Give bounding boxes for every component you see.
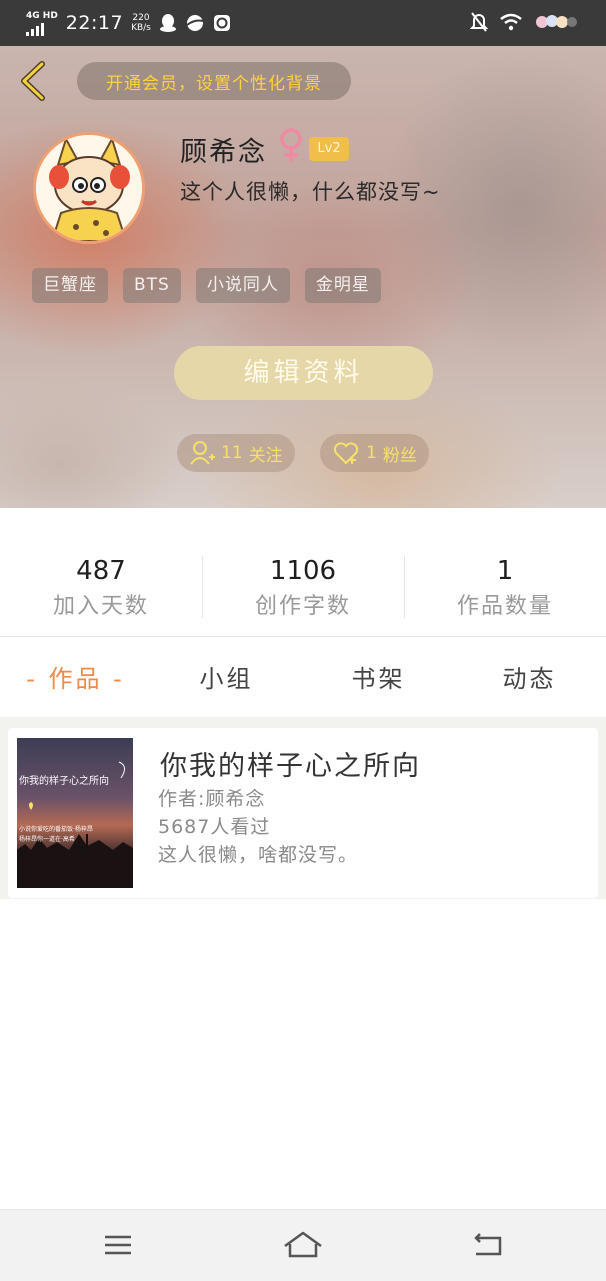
- fans-label: 粉丝: [382, 445, 417, 466]
- battery-icon: [536, 15, 577, 28]
- cover-art: [17, 761, 133, 888]
- home-icon[interactable]: [280, 1228, 326, 1262]
- tag[interactable]: 巨蟹座: [32, 268, 108, 303]
- stat-value: 1106: [269, 556, 337, 586]
- stat-word-count: 1106 创作字数: [202, 556, 404, 620]
- edit-profile-button[interactable]: 编辑资料: [174, 346, 433, 400]
- profile-header: 开通会员，设置个性化背景 顾希念 Lv2 这个人很懒，什么都没写~ 巨蟹座 BT…: [0, 46, 606, 508]
- cover-title: 你我的样子心之所向: [19, 776, 109, 787]
- wifi-icon: [500, 13, 522, 31]
- tab-groups[interactable]: 小组: [151, 659, 302, 694]
- stat-label: 加入天数: [52, 594, 149, 619]
- menu-icon[interactable]: [98, 1228, 138, 1262]
- level-badge: Lv2: [309, 137, 349, 161]
- network-type: 4G HD: [26, 11, 58, 21]
- net-speed: 220 KB/s: [131, 13, 151, 33]
- heart-plus-icon: [333, 442, 359, 465]
- female-icon: [280, 128, 302, 162]
- work-description: 这人很懒，啥都没写。: [158, 844, 359, 866]
- app-icon: [213, 15, 230, 31]
- net-speed-unit: KB/s: [131, 23, 151, 33]
- work-item[interactable]: 你我的样子心之所向 小说你爱吃的番茄饭·杨梓昂 杨梓昂你一道在·高希 你我的样子…: [8, 728, 598, 898]
- cover-subtitle: 小说你爱吃的番茄饭·杨梓昂: [19, 826, 93, 833]
- vip-banner[interactable]: 开通会员，设置个性化背景: [77, 62, 351, 100]
- bio: 这个人很懒，什么都没写~: [180, 180, 441, 204]
- tag[interactable]: 金明星: [304, 268, 381, 303]
- stat-join-days: 487 加入天数: [0, 556, 202, 620]
- net-speed-value: 220: [132, 13, 150, 23]
- add-user-icon: [190, 441, 215, 465]
- tab-bar: - 作品 - 小组 书架 动态: [0, 637, 606, 717]
- work-views: 5687人看过: [158, 816, 271, 838]
- tag[interactable]: 小说同人: [195, 268, 290, 303]
- stat-value: 1: [496, 556, 514, 586]
- work-title[interactable]: 你我的样子心之所向: [160, 744, 421, 783]
- stat-label: 创作字数: [254, 594, 351, 619]
- tab-bookshelf[interactable]: 书架: [303, 659, 454, 694]
- qq-icon: [159, 14, 176, 32]
- work-author: 作者:顾希念: [158, 788, 266, 810]
- stat-value: 487: [76, 556, 126, 586]
- back-icon[interactable]: [468, 1228, 508, 1262]
- cover-subtitle: 杨梓昂你一道在·高希: [19, 836, 75, 843]
- network-signal-icon: 4G HD: [26, 10, 58, 36]
- follow-count: 11: [221, 443, 243, 463]
- tag[interactable]: BTS: [123, 268, 181, 303]
- mute-bell-icon: [470, 12, 488, 32]
- stat-works-count: 1 作品数量: [404, 556, 606, 620]
- fans-button[interactable]: 1 粉丝: [320, 434, 429, 472]
- stats-bar: 487 加入天数 1106 创作字数 1 作品数量: [0, 508, 606, 637]
- follow-label: 关注: [248, 445, 283, 466]
- avatar-image: [36, 135, 142, 241]
- system-nav-bar: [0, 1209, 606, 1281]
- stat-label: 作品数量: [456, 594, 553, 619]
- follow-button[interactable]: 11 关注: [177, 434, 295, 472]
- tag-list: 巨蟹座 BTS 小说同人 金明星: [32, 268, 381, 303]
- planet-icon: [186, 15, 204, 31]
- nickname: 顾希念: [180, 137, 267, 168]
- clock: 22:17: [65, 12, 124, 34]
- work-cover[interactable]: 你我的样子心之所向 小说你爱吃的番茄饭·杨梓昂 杨梓昂你一道在·高希: [17, 738, 133, 888]
- tab-works[interactable]: - 作品 -: [0, 659, 151, 694]
- status-bar: 4G HD 22:17 220 KB/s: [0, 0, 606, 46]
- avatar[interactable]: [33, 132, 145, 244]
- tab-activity[interactable]: 动态: [454, 659, 605, 694]
- fans-count: 1: [366, 443, 377, 463]
- back-arrow-icon[interactable]: [16, 60, 50, 102]
